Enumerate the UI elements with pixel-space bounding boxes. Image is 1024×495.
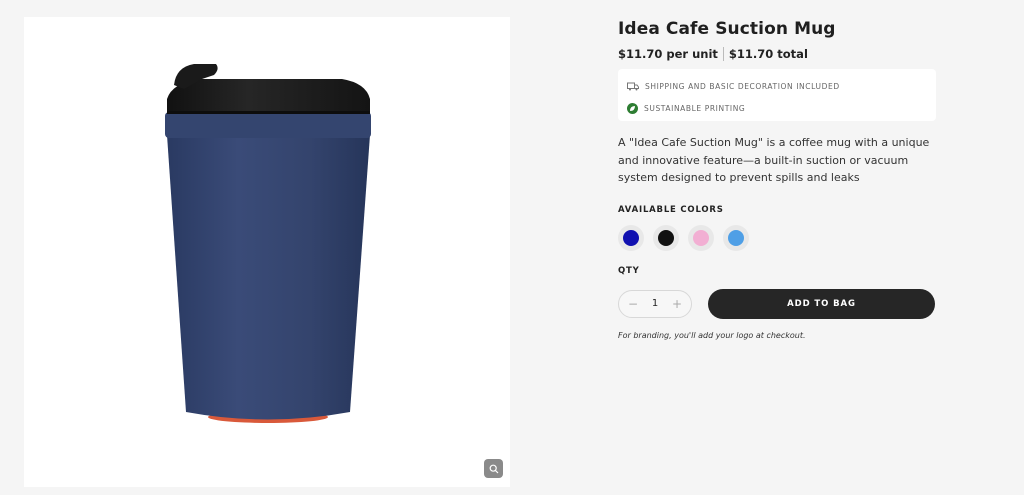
color-swatches xyxy=(618,224,936,251)
feature-shipping-text: SHIPPING AND BASIC DECORATION INCLUDED xyxy=(645,81,840,91)
price-row: $11.70 per unit $11.70 total xyxy=(618,46,936,62)
price-total: $11.70 total xyxy=(728,47,808,61)
product-image-panel xyxy=(24,17,510,487)
product-description: A "Idea Cafe Suction Mug" is a coffee mu… xyxy=(618,136,930,184)
truck-icon xyxy=(627,82,639,90)
product-title: Idea Cafe Suction Mug xyxy=(618,19,836,39)
quantity-value[interactable]: 1 xyxy=(652,298,658,309)
feature-sustainable: SUSTAINABLE PRINTING xyxy=(627,97,936,119)
zoom-button[interactable] xyxy=(484,459,503,478)
color-swatch-blue[interactable] xyxy=(618,224,644,251)
increment-button[interactable]: + xyxy=(671,297,683,311)
color-swatch-black[interactable] xyxy=(653,224,679,251)
product-image xyxy=(165,64,371,423)
price-divider xyxy=(722,47,724,61)
add-to-bag-button[interactable]: ADD TO BAG xyxy=(708,288,935,319)
color-swatch-pink[interactable] xyxy=(688,224,714,251)
magnifier-icon xyxy=(489,464,498,473)
product-info: Idea Cafe Suction Mug $11.70 per unit $1… xyxy=(618,18,936,340)
feature-sustainable-text: SUSTAINABLE PRINTING xyxy=(644,103,746,113)
buy-row: − 1 + ADD TO BAG xyxy=(618,288,936,319)
feature-shipping: SHIPPING AND BASIC DECORATION INCLUDED xyxy=(627,75,936,97)
mug-body xyxy=(167,135,370,420)
quantity-stepper: − 1 + xyxy=(618,289,692,318)
qty-label: QTY xyxy=(618,265,640,276)
branding-note: For branding, you'll add your logo at ch… xyxy=(618,330,806,340)
price-per-unit: $11.70 per unit xyxy=(618,47,718,61)
features-box: SHIPPING AND BASIC DECORATION INCLUDED S… xyxy=(618,69,936,121)
mug-band xyxy=(165,112,371,138)
mug-lid xyxy=(167,79,370,113)
leaf-icon xyxy=(627,102,638,114)
colors-label: AVAILABLE COLORS xyxy=(618,204,724,215)
decrement-button[interactable]: − xyxy=(627,297,639,311)
color-swatch-light-blue[interactable] xyxy=(723,224,749,251)
